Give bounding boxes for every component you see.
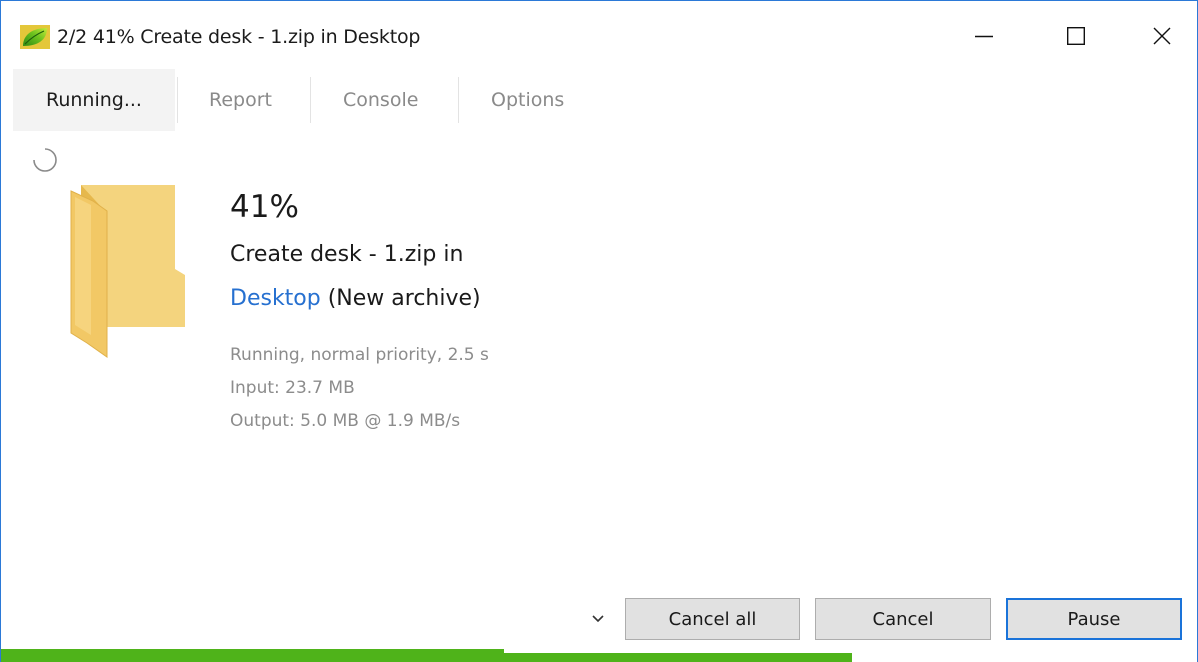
tab-divider <box>458 77 459 123</box>
job-status: Running, normal priority, 2.5 s <box>230 345 489 365</box>
progress-bar <box>1 649 1197 662</box>
tab-running[interactable]: Running... <box>13 69 175 131</box>
minimize-button[interactable] <box>961 13 1007 59</box>
minimize-icon <box>974 26 994 46</box>
maximize-button[interactable] <box>1053 13 1099 59</box>
peazip-leaf-icon <box>20 25 50 49</box>
job-input-size: Input: 23.7 MB <box>230 378 355 398</box>
progress-fill-secondary <box>1 653 852 662</box>
maximize-icon <box>1066 26 1086 46</box>
job-target: Desktop (New archive) <box>230 286 481 311</box>
folder-icon <box>67 183 189 359</box>
tab-report[interactable]: Report <box>209 69 272 131</box>
app-window: 2/2 41% Create desk - 1.zip in Desktop R… <box>0 0 1198 662</box>
target-folder-link[interactable]: Desktop <box>230 286 321 311</box>
tab-options[interactable]: Options <box>491 69 564 131</box>
job-action: Create desk - 1.zip in <box>230 242 464 267</box>
cancel-all-button[interactable]: Cancel all <box>625 598 800 640</box>
cancel-button[interactable]: Cancel <box>815 598 991 640</box>
close-icon <box>1152 26 1172 46</box>
window-title: 2/2 41% Create desk - 1.zip in Desktop <box>57 26 421 48</box>
target-note: (New archive) <box>320 286 481 311</box>
pause-button[interactable]: Pause <box>1006 598 1182 640</box>
tab-divider <box>177 77 178 123</box>
progress-percent: 41% <box>230 189 299 225</box>
tab-console[interactable]: Console <box>343 69 418 131</box>
spinner-icon <box>32 147 58 173</box>
close-button[interactable] <box>1139 13 1185 59</box>
tab-bar: Running... Report Console Options <box>1 69 701 131</box>
tab-divider <box>310 77 311 123</box>
job-output-size: Output: 5.0 MB @ 1.9 MB/s <box>230 411 461 431</box>
title-bar[interactable]: 2/2 41% Create desk - 1.zip in Desktop <box>1 1 1197 65</box>
chevron-down-icon[interactable] <box>586 606 610 630</box>
